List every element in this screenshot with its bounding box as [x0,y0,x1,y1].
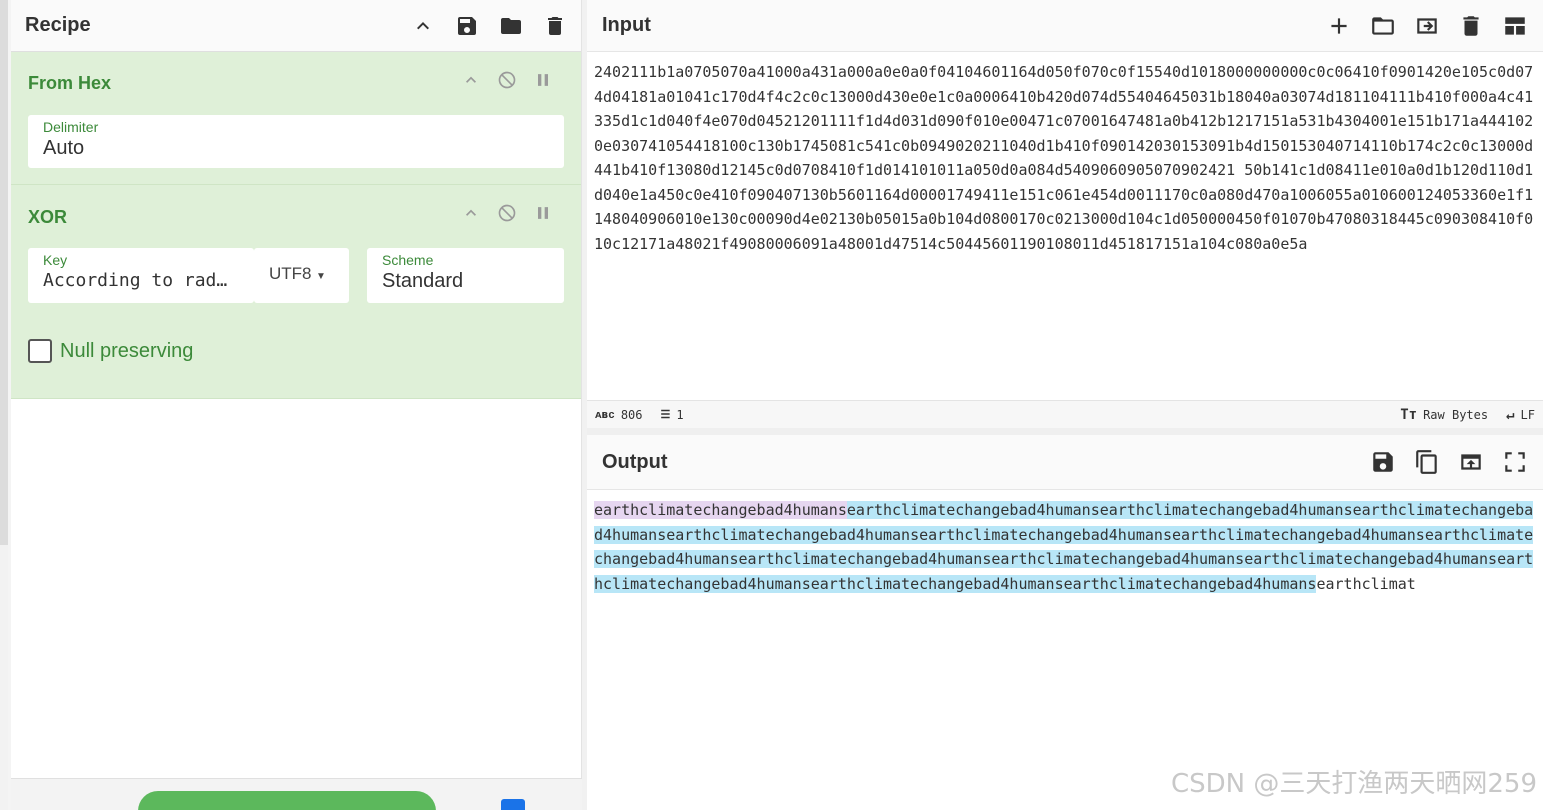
key-label: Key [43,252,68,268]
key-value[interactable]: According to rad… [43,270,239,291]
input-panel: Input 2402111b1a0705070a41000a431a000a0e… [587,0,1543,428]
input-lines: 1 [676,407,684,422]
length-icon: ᴀʙᴄ [595,407,615,421]
operations-scrollbar[interactable] [0,0,8,545]
recipe-header: Recipe [11,0,581,52]
key-encoding-value: UTF8 [269,264,312,283]
text-encoding-icon: Tт [1400,406,1418,423]
delimiter-value[interactable]: Auto [43,137,549,160]
io-resize-handle[interactable] [587,428,1543,435]
recipe-title: Recipe [25,14,91,36]
operation-from-hex[interactable]: From Hex Delimiter Auto [11,52,581,185]
key-field[interactable]: Key According to rad… [28,248,254,303]
operations-panel-edge [0,545,8,810]
replace-input-icon[interactable] [1458,449,1484,475]
load-recipe-icon[interactable] [499,14,523,38]
input-title: Input [602,14,651,36]
collapse-operation-icon[interactable] [461,70,481,90]
dropdown-caret-icon: ▼ [315,271,326,282]
input-encoding-selector[interactable]: Tт Raw Bytes [1400,407,1488,423]
lines-icon: ☰ [660,408,671,421]
open-folder-icon[interactable] [1370,13,1396,39]
breakpoint-icon[interactable] [533,70,553,90]
output-header: Output [587,435,1543,490]
eol-icon: ↵ [1506,406,1515,423]
input-eol: LF [1520,407,1535,422]
scheme-value[interactable]: Standard [382,270,549,293]
input-header: Input [587,0,1543,52]
watermark: CSDN @三天打渔两天晒网259 [1170,769,1537,799]
input-textarea[interactable]: 2402111b1a0705070a41000a431a000a0e0a0f04… [587,52,1543,399]
output-title: Output [602,450,668,473]
output-tail: earthclimat [1316,574,1416,593]
copy-output-icon[interactable] [1414,449,1440,475]
operation-title: XOR [28,207,68,227]
key-encoding-dropdown[interactable]: UTF8 ▼ [254,248,349,303]
disable-operation-icon[interactable] [497,70,517,90]
save-recipe-icon[interactable] [455,14,479,38]
add-tab-icon[interactable] [1326,13,1352,39]
delimiter-label: Delimiter [43,119,99,135]
input-length: 806 [620,407,643,422]
recipe-footer [11,778,582,810]
output-highlight-selection: earthclimatechangebad4humans [594,501,847,519]
recipe-panel: Recipe From Hex Delimiter Auto XOR Key A… [11,0,582,810]
null-preserving-option[interactable]: Null preserving [28,339,193,363]
input-lines-indicator: ☰ 1 [661,408,684,422]
cyberchef-app: Recipe From Hex Delimiter Auto XOR Key A… [0,0,1543,810]
operation-title: From Hex [28,73,112,93]
reset-layout-icon[interactable] [1502,13,1528,39]
output-text[interactable]: earthclimatechangebad4humansearthclimate… [587,490,1543,596]
delimiter-field[interactable]: Delimiter Auto [28,115,564,168]
output-panel: Output earthclimatechangebad4humans earth… [587,435,1543,810]
scheme-field[interactable]: Scheme Standard [367,248,564,303]
open-file-icon[interactable] [1414,13,1440,39]
input-length-indicator: ᴀʙᴄ 806 [595,408,643,422]
null-preserving-checkbox[interactable] [28,339,52,363]
save-output-icon[interactable] [1370,449,1396,475]
scheme-label: Scheme [382,252,434,268]
input-status-bar: ᴀʙᴄ 806 ☰ 1 Tт Raw Bytes ↵ LF [587,400,1543,428]
operation-xor[interactable]: XOR Key According to rad… UTF8 ▼ Scheme … [11,185,581,399]
disable-operation-icon[interactable] [497,203,517,223]
null-preserving-label: Null preserving [60,339,194,362]
breakpoint-icon[interactable] [533,203,553,223]
input-eol-selector[interactable]: ↵ LF [1506,407,1535,423]
collapse-operation-icon[interactable] [461,203,481,223]
maximise-icon[interactable] [1502,449,1528,475]
clear-recipe-icon[interactable] [543,14,567,38]
clear-input-icon[interactable] [1458,13,1484,39]
input-encoding: Raw Bytes [1423,407,1489,422]
auto-bake-checkbox[interactable] [501,799,525,810]
collapse-all-icon[interactable] [411,14,435,38]
bake-button[interactable] [138,791,436,810]
